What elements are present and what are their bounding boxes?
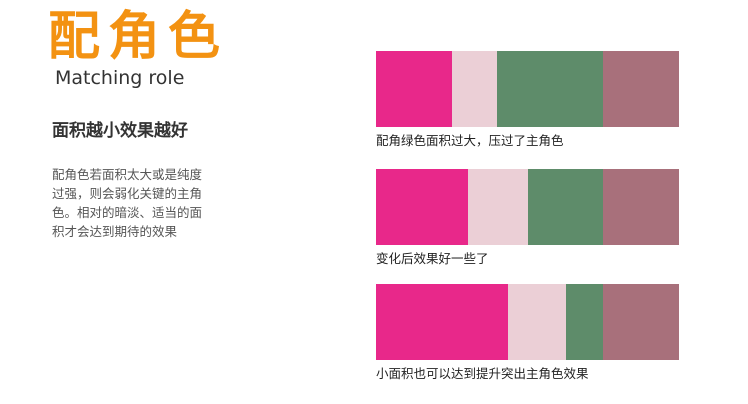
- color-swatch: [565, 284, 604, 360]
- example-1: 配角绿色面积过大，压过了主角色: [376, 51, 679, 150]
- color-bar: [376, 169, 679, 245]
- color-swatch: [508, 284, 566, 360]
- description-text: 配角色若面积太大或是纯度 过强，则会弱化关键的主角 色。相对的暗淡、适当的面 积…: [52, 165, 220, 241]
- example-3: 小面积也可以达到提升突出主角色效果: [376, 284, 679, 383]
- example-caption: 变化后效果好一些了: [376, 251, 489, 266]
- description-line: 积才会达到期待的效果: [52, 224, 178, 239]
- description-line: 过强，则会弱化关键的主角: [52, 186, 203, 201]
- color-swatch: [603, 169, 679, 245]
- color-swatch: [376, 51, 452, 127]
- color-bar: [376, 51, 679, 127]
- color-bar: [376, 284, 679, 360]
- color-swatch: [528, 169, 604, 245]
- example-2: 变化后效果好一些了: [376, 169, 679, 268]
- description-line: 色。相对的暗淡、适当的面: [52, 205, 203, 220]
- description-line: 配角色若面积太大或是纯度: [52, 167, 203, 182]
- page-subtitle: Matching role: [55, 67, 185, 89]
- example-caption: 配角绿色面积过大，压过了主角色: [376, 133, 564, 148]
- color-swatch: [468, 169, 529, 245]
- section-heading: 面积越小效果越好: [52, 121, 188, 141]
- color-swatch: [496, 51, 604, 127]
- color-swatch: [603, 284, 679, 360]
- color-swatch: [451, 51, 497, 127]
- color-swatch: [376, 169, 469, 245]
- color-swatch: [603, 51, 679, 127]
- page-title: 配角色: [48, 7, 229, 67]
- example-caption: 小面积也可以达到提升突出主角色效果: [376, 366, 589, 381]
- color-swatch: [376, 284, 509, 360]
